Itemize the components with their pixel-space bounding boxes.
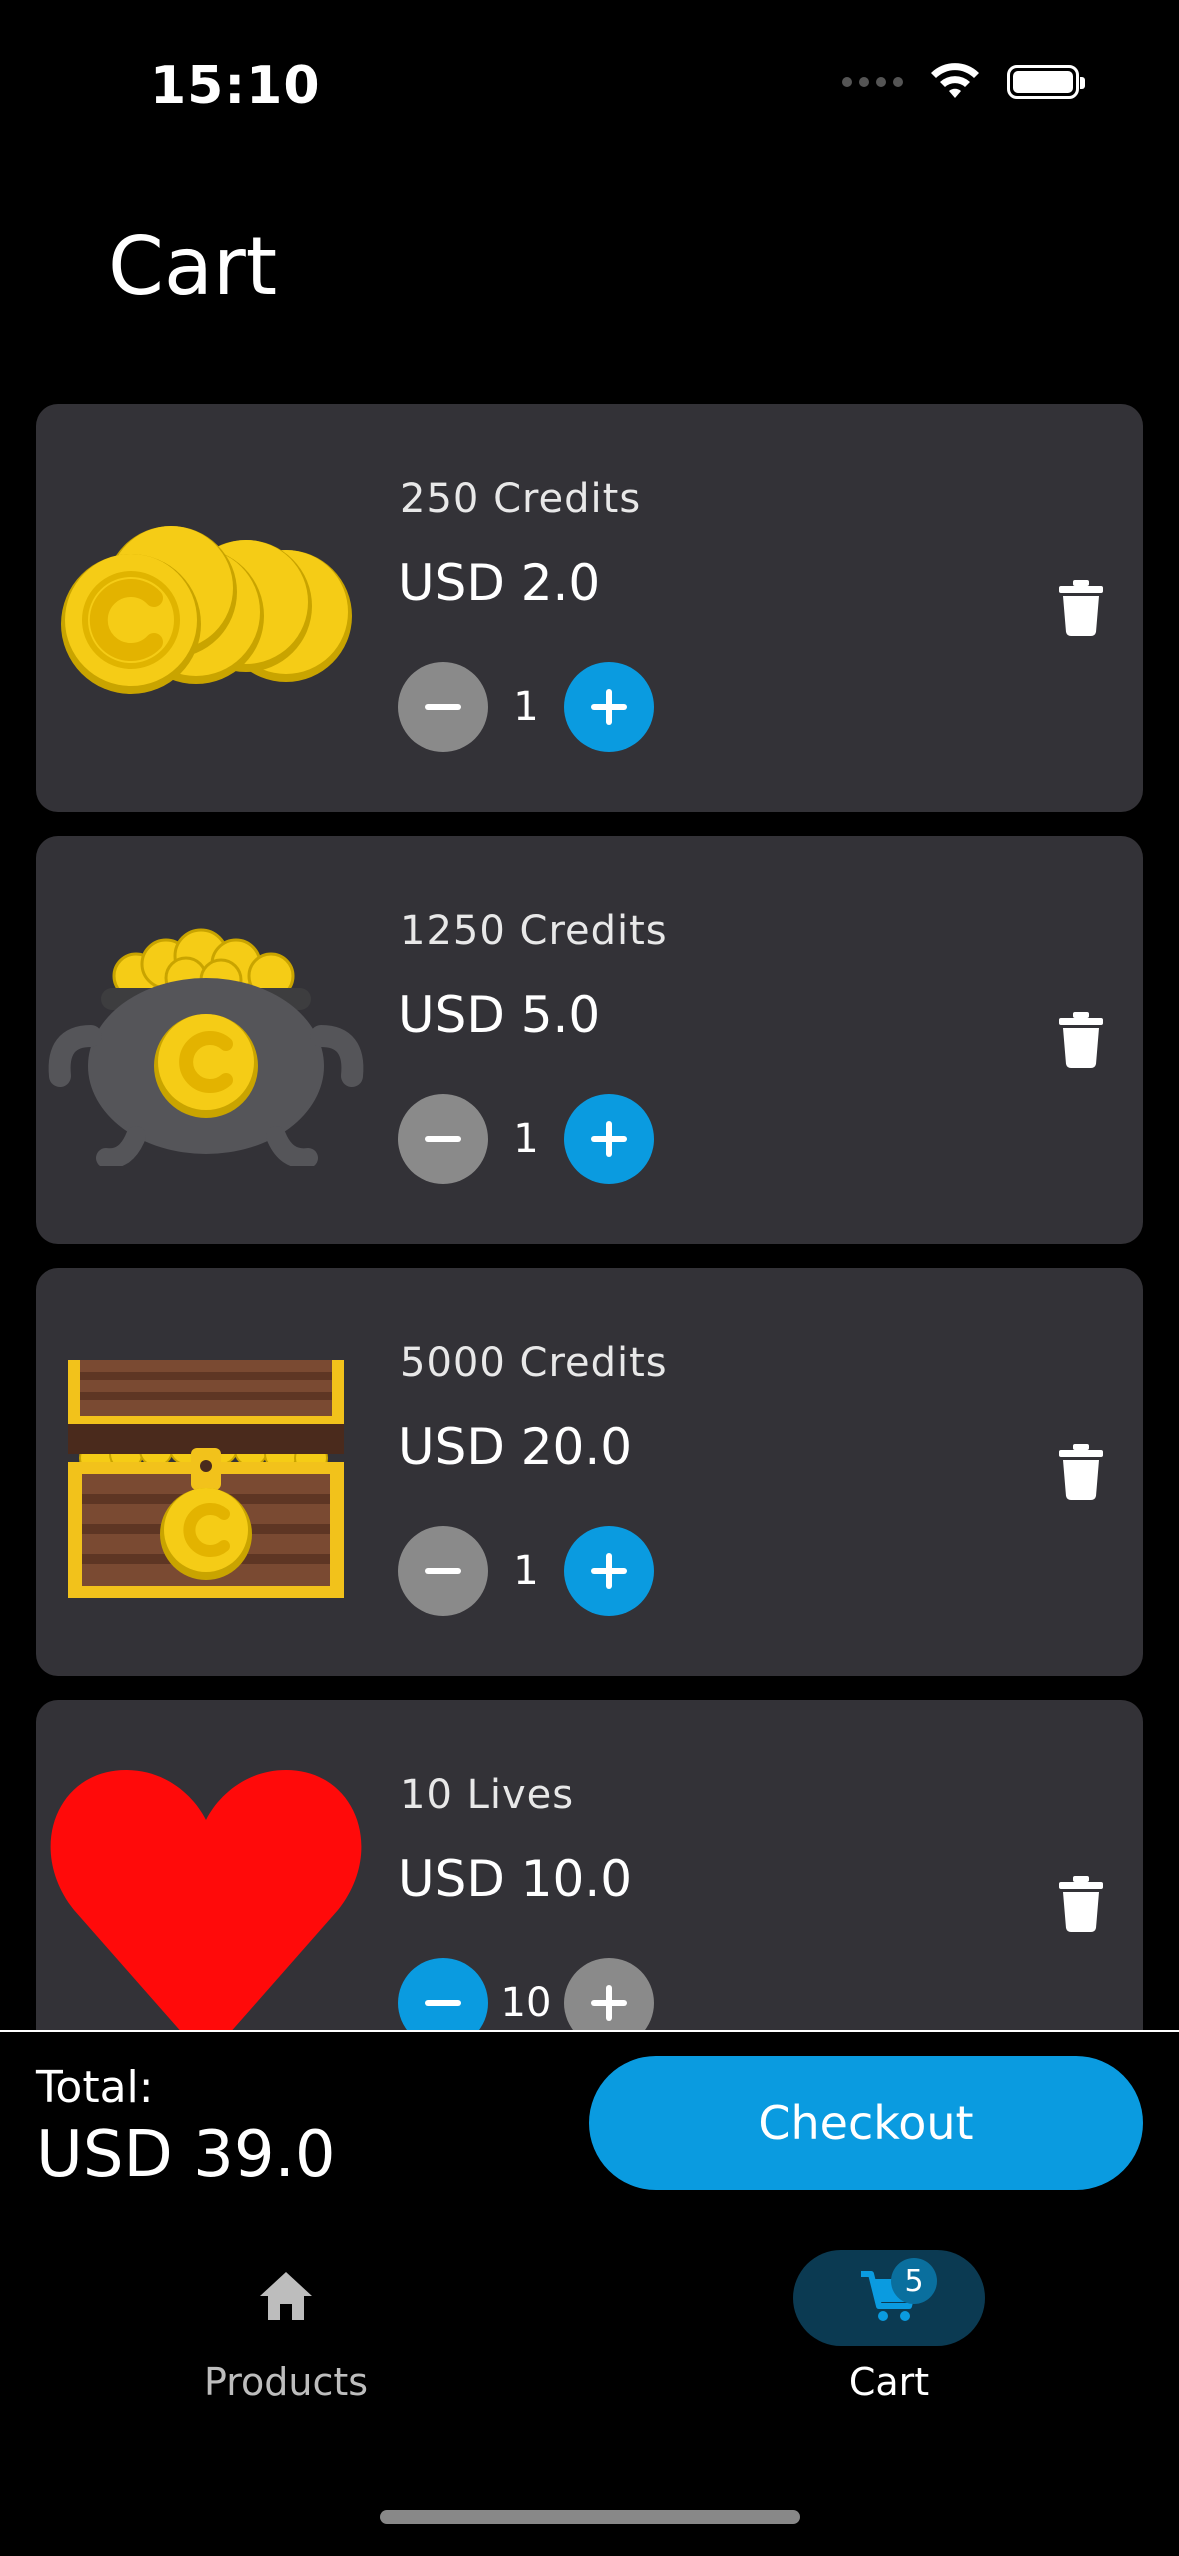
page-title: Cart [108,220,278,313]
quantity-stepper: 1 [398,1526,654,1616]
trash-icon[interactable] [1059,1444,1103,1500]
quantity-stepper: 10 [398,1958,654,2030]
tab-label: Cart [848,2360,930,2404]
item-price: USD 20.0 [398,1418,633,1476]
plus-icon [591,1985,627,2021]
cart-item: 1250 Credits USD 5.0 1 [36,836,1143,1244]
status-bar: 15:10 [0,0,1179,170]
increase-quantity-button[interactable] [564,1094,654,1184]
item-price: USD 10.0 [398,1850,633,1908]
decrease-quantity-button[interactable] [398,1526,488,1616]
total-value: USD 39.0 [36,2118,336,2192]
checkout-button[interactable]: Checkout [589,2056,1143,2190]
quantity-stepper: 1 [398,662,654,752]
minus-icon [425,2000,461,2006]
quantity-value: 10 [500,1980,552,2026]
item-name: 10 Lives [400,1772,575,1818]
cart-badge: 5 [891,2258,937,2304]
cart-item: 250 Credits USD 2.0 1 [36,404,1143,812]
minus-icon [425,1568,461,1574]
quantity-stepper: 1 [398,1094,654,1184]
tab-cart[interactable]: 5 Cart [689,2246,1089,2416]
plus-icon [591,689,627,725]
tab-label: Products [203,2360,369,2404]
cart-list[interactable]: 250 Credits USD 2.0 1 1250 Credits USD 5… [36,404,1143,2030]
tab-products[interactable]: Products [86,2246,486,2416]
treasure-chest-icon [46,1358,366,1598]
total-label: Total: [36,2062,154,2113]
quantity-value: 1 [513,684,539,730]
decrease-quantity-button[interactable] [398,1094,488,1184]
plus-icon [591,1553,627,1589]
tab-bar: Products 5 Cart [0,2246,1179,2416]
status-time: 15:10 [150,56,321,116]
decrease-quantity-button[interactable] [398,662,488,752]
item-name: 5000 Credits [400,1340,668,1386]
summary-divider [0,2030,1179,2032]
minus-icon [425,1136,461,1142]
wifi-icon [931,63,979,98]
coin-cauldron-icon [46,926,366,1166]
minus-icon [425,704,461,710]
quantity-value: 1 [513,1116,539,1162]
battery-icon [1007,65,1085,99]
trash-icon[interactable] [1059,1012,1103,1068]
decrease-quantity-button[interactable] [398,1958,488,2030]
home-indicator[interactable] [380,2510,800,2524]
item-price: USD 2.0 [398,554,601,612]
increase-quantity-button[interactable] [564,1526,654,1616]
plus-icon [591,1121,627,1157]
trash-icon[interactable] [1059,1876,1103,1932]
cellular-dots-icon [842,77,903,87]
item-name: 1250 Credits [400,908,668,954]
heart-icon [46,1760,366,2030]
coin-stack-icon [46,494,366,734]
increase-quantity-button[interactable] [564,1958,654,2030]
home-icon [260,2272,312,2320]
trash-icon[interactable] [1059,580,1103,636]
cart-item: 5000 Credits USD 20.0 1 [36,1268,1143,1676]
cart-item: 10 Lives USD 10.0 10 [36,1700,1143,2030]
quantity-value: 1 [513,1548,539,1594]
increase-quantity-button[interactable] [564,662,654,752]
status-icons [842,62,1085,102]
item-price: USD 5.0 [398,986,601,1044]
item-name: 250 Credits [400,476,642,522]
